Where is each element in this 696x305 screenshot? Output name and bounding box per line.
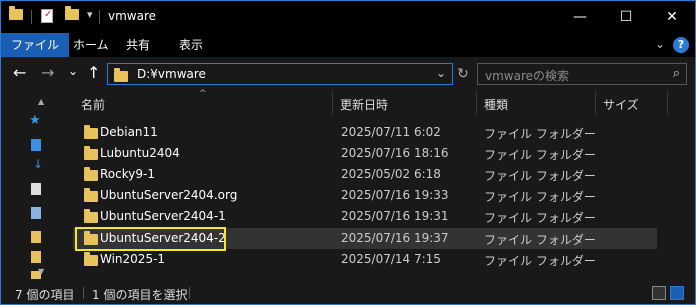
- downloads-icon[interactable]: ↓: [33, 157, 43, 171]
- close-button[interactable]: ✕: [649, 1, 695, 33]
- file-row[interactable]: UbuntuServer2404.org 2025/07/16 19:33 ファ…: [73, 185, 657, 206]
- file-modified: 2025/07/11 6:02: [341, 125, 441, 139]
- file-name: Lubuntu2404: [100, 146, 180, 160]
- file-name: UbuntuServer2404-1: [100, 209, 226, 223]
- file-modified: 2025/07/16 19:31: [341, 209, 449, 223]
- desktop-icon[interactable]: [31, 139, 41, 151]
- folder-icon: [84, 125, 98, 139]
- details-view-button[interactable]: [652, 286, 666, 300]
- tab-share[interactable]: 共有: [116, 33, 160, 57]
- navigation-bar: ← → ⌄ ↑ D:¥vmware ⌄ ↻ vmwareの検索 ⌕: [1, 57, 695, 91]
- search-input[interactable]: vmwareの検索 ⌕: [477, 63, 687, 85]
- folder-icon[interactable]: [31, 251, 41, 263]
- folder-icon: [84, 188, 98, 202]
- scroll-up-icon[interactable]: ▲: [38, 97, 44, 106]
- file-modified: 2025/07/16 19:37: [341, 231, 449, 245]
- file-row[interactable]: Lubuntu2404 2025/07/16 18:16 ファイル フォルダー: [73, 143, 657, 164]
- help-icon[interactable]: ?: [673, 37, 689, 53]
- file-type: ファイル フォルダー: [484, 127, 596, 141]
- title-bar: ▾ vmware — ☐ ✕: [1, 1, 695, 33]
- customize-quick-access-icon[interactable]: ▾: [87, 8, 93, 21]
- address-text[interactable]: D:¥vmware: [137, 67, 206, 81]
- large-icons-view-button[interactable]: [670, 286, 684, 300]
- column-headers: ^ 名前 更新日時 種類 サイズ: [73, 89, 685, 115]
- folder-icon[interactable]: [31, 231, 41, 243]
- documents-icon[interactable]: [31, 183, 41, 195]
- new-folder-icon[interactable]: [65, 6, 79, 20]
- column-header-modified[interactable]: 更新日時: [340, 96, 388, 113]
- file-name: Debian11: [100, 125, 158, 139]
- folder-icon: [114, 68, 128, 82]
- file-name: UbuntuServer2404.org: [100, 188, 238, 202]
- quick-access-star-icon[interactable]: ★: [29, 113, 41, 128]
- refresh-button[interactable]: ↻: [454, 63, 472, 85]
- file-modified: 2025/05/02 6:18: [341, 167, 441, 181]
- address-bar[interactable]: D:¥vmware ⌄: [107, 63, 453, 85]
- forward-button[interactable]: →: [41, 65, 54, 81]
- file-type: ファイル フォルダー: [484, 211, 596, 225]
- tab-view[interactable]: 表示: [169, 33, 213, 57]
- annotation-highlight-box: [75, 227, 226, 251]
- up-button[interactable]: ↑: [87, 65, 100, 81]
- explorer-window: ▾ vmware — ☐ ✕ ファイル ホーム 共有 表示 ⌄ ? ← → ⌄ …: [0, 0, 696, 305]
- file-modified: 2025/07/16 19:33: [341, 188, 449, 202]
- file-name: Rocky9-1: [100, 167, 155, 181]
- expand-ribbon-icon[interactable]: ⌄: [655, 37, 665, 51]
- recent-locations-button[interactable]: ⌄: [68, 63, 78, 79]
- file-modified: 2025/07/16 18:16: [341, 146, 449, 160]
- folder-icon: [9, 6, 23, 20]
- item-count: 7 個の項目: [15, 288, 75, 302]
- tab-file[interactable]: ファイル: [1, 33, 70, 57]
- file-type: ファイル フォルダー: [484, 148, 596, 162]
- file-name: Win2025-1: [100, 252, 166, 266]
- properties-icon[interactable]: [41, 9, 53, 23]
- maximize-button[interactable]: ☐: [603, 1, 649, 33]
- back-button[interactable]: ←: [13, 65, 26, 81]
- search-placeholder: vmwareの検索: [485, 69, 570, 83]
- navigation-pane: ★ ↓ ▲ ▼: [1, 91, 47, 283]
- column-header-name[interactable]: 名前: [81, 96, 105, 113]
- file-modified: 2025/07/14 7:15: [341, 252, 441, 266]
- file-row[interactable]: Win2025-1 2025/07/14 7:15 ファイル フォルダー: [73, 249, 657, 270]
- status-bar: 7 個の項目 1 個の項目を選択: [1, 282, 695, 304]
- file-type: ファイル フォルダー: [484, 190, 596, 204]
- minimize-button[interactable]: —: [557, 1, 603, 33]
- tab-home[interactable]: ホーム: [63, 33, 119, 57]
- file-type: ファイル フォルダー: [484, 169, 596, 183]
- folder-icon: [84, 167, 98, 181]
- scroll-down-icon[interactable]: ▼: [38, 267, 44, 276]
- column-header-type[interactable]: 種類: [484, 96, 508, 113]
- column-header-size[interactable]: サイズ: [603, 96, 639, 113]
- sort-ascending-icon: ^: [199, 89, 207, 99]
- chevron-down-icon[interactable]: ⌄: [436, 66, 446, 80]
- ribbon: ファイル ホーム 共有 表示 ⌄ ?: [1, 33, 695, 57]
- pictures-icon[interactable]: [31, 207, 41, 219]
- file-row[interactable]: Debian11 2025/07/11 6:02 ファイル フォルダー: [73, 122, 657, 143]
- window-title: vmware: [108, 9, 157, 23]
- folder-icon: [84, 209, 98, 223]
- file-type: ファイル フォルダー: [484, 233, 596, 247]
- search-icon: ⌕: [672, 66, 680, 81]
- file-row[interactable]: Rocky9-1 2025/05/02 6:18 ファイル フォルダー: [73, 164, 657, 185]
- file-row[interactable]: UbuntuServer2404-1 2025/07/16 19:31 ファイル…: [73, 206, 657, 227]
- file-type: ファイル フォルダー: [484, 254, 596, 268]
- selected-count: 1 個の項目を選択: [92, 288, 188, 302]
- folder-icon: [84, 146, 98, 160]
- folder-icon: [84, 252, 98, 266]
